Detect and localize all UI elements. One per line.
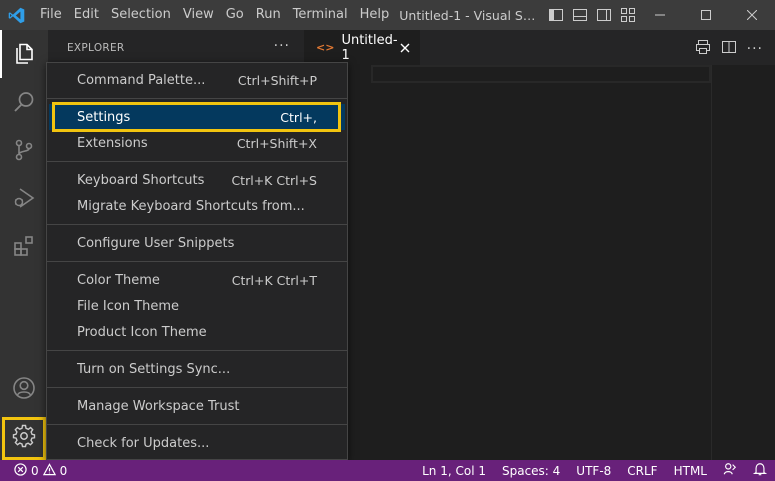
menu-separator: [47, 261, 347, 262]
menu-item-user-snippets[interactable]: Configure User Snippets: [47, 230, 347, 256]
menu-item-settings[interactable]: Settings Ctrl+,: [49, 102, 345, 132]
error-icon: [14, 462, 27, 479]
toggle-primary-sidebar-icon[interactable]: [547, 6, 565, 24]
activity-bar: [0, 30, 48, 460]
minimize-icon[interactable]: [637, 0, 683, 30]
split-editor-icon[interactable]: [721, 39, 737, 59]
menu-separator: [47, 387, 347, 388]
editor-tabs-bar: <> Untitled-1 ···: [304, 30, 775, 65]
tab-untitled-1[interactable]: <> Untitled-1: [304, 30, 420, 65]
toggle-secondary-sidebar-icon[interactable]: [595, 6, 613, 24]
menu-item-workspace-trust[interactable]: Manage Workspace Trust: [47, 393, 347, 419]
customize-layout-icon[interactable]: [619, 6, 637, 24]
close-window-icon[interactable]: [729, 0, 775, 30]
toggle-panel-icon[interactable]: [571, 6, 589, 24]
tab-label: Untitled-1: [341, 32, 398, 63]
accounts-icon[interactable]: [0, 364, 48, 412]
menu-go[interactable]: Go: [220, 0, 250, 30]
menu-file[interactable]: File: [34, 0, 68, 30]
menu-item-color-theme[interactable]: Color Theme Ctrl+K Ctrl+T: [47, 267, 347, 293]
maximize-icon[interactable]: [683, 0, 729, 30]
menu-separator: [47, 161, 347, 162]
menu-item-extensions[interactable]: Extensions Ctrl+Shift+X: [47, 130, 347, 156]
menu-separator: [47, 350, 347, 351]
menu-run[interactable]: Run: [250, 0, 287, 30]
editor-more-actions-icon[interactable]: ···: [747, 41, 763, 57]
current-line-highlight: [371, 65, 711, 83]
minimap-area: [711, 65, 775, 460]
end-of-line[interactable]: CRLF: [619, 464, 665, 478]
menu-view[interactable]: View: [177, 0, 220, 30]
menu-item-check-updates[interactable]: Check for Updates...: [47, 430, 347, 456]
menu-edit[interactable]: Edit: [68, 0, 105, 30]
indentation[interactable]: Spaces: 4: [494, 464, 568, 478]
menu-item-command-palette[interactable]: Command Palette... Ctrl+Shift+P: [47, 67, 347, 93]
editor-area[interactable]: [304, 65, 775, 460]
menu-separator: [47, 98, 347, 99]
vscode-logo-icon: [0, 0, 34, 30]
problems-indicator[interactable]: 0 0: [0, 462, 68, 479]
run-debug-icon[interactable]: [0, 174, 48, 222]
notifications-bell-icon[interactable]: [745, 462, 775, 479]
menu-selection[interactable]: Selection: [105, 0, 177, 30]
title-bar: File Edit Selection View Go Run Terminal…: [0, 0, 775, 30]
menu-item-product-icon-theme[interactable]: Product Icon Theme: [47, 319, 347, 345]
menu-item-settings-sync[interactable]: Turn on Settings Sync...: [47, 356, 347, 382]
sidebar-more-actions-icon[interactable]: ···: [274, 38, 290, 54]
sidebar-title: EXPLORER: [67, 41, 125, 54]
language-mode[interactable]: HTML: [666, 464, 715, 478]
status-bar: 0 0 Ln 1, Col 1 Spaces: 4 UTF-8 CRLF HTM…: [0, 460, 775, 481]
cursor-position[interactable]: Ln 1, Col 1: [414, 464, 494, 478]
menu-separator: [47, 224, 347, 225]
source-control-icon[interactable]: [0, 126, 48, 174]
menu-item-file-icon-theme[interactable]: File Icon Theme: [47, 293, 347, 319]
menu-separator: [47, 424, 347, 425]
menu-item-keyboard-shortcuts[interactable]: Keyboard Shortcuts Ctrl+K Ctrl+S: [47, 167, 347, 193]
warning-icon: [42, 462, 56, 479]
tab-close-icon[interactable]: [398, 40, 412, 56]
error-count: 0: [31, 463, 39, 478]
extensions-icon[interactable]: [0, 222, 48, 270]
feedback-icon[interactable]: [715, 462, 745, 479]
menu-item-migrate-shortcuts[interactable]: Migrate Keyboard Shortcuts from...: [47, 193, 347, 219]
menu-bar: File Edit Selection View Go Run Terminal…: [34, 0, 395, 30]
window-title: Untitled-1 - Visual Studio ...: [399, 7, 539, 23]
html-file-icon: <>: [316, 41, 335, 54]
search-icon[interactable]: [0, 78, 48, 126]
manage-context-menu: Command Palette... Ctrl+Shift+P Settings…: [46, 62, 348, 460]
gear-highlight-box: [2, 417, 46, 460]
explorer-icon[interactable]: [0, 30, 48, 78]
encoding[interactable]: UTF-8: [568, 464, 619, 478]
warning-count: 0: [59, 463, 68, 478]
menu-terminal[interactable]: Terminal: [287, 0, 354, 30]
open-preview-icon[interactable]: [695, 39, 711, 59]
menu-help[interactable]: Help: [354, 0, 396, 30]
